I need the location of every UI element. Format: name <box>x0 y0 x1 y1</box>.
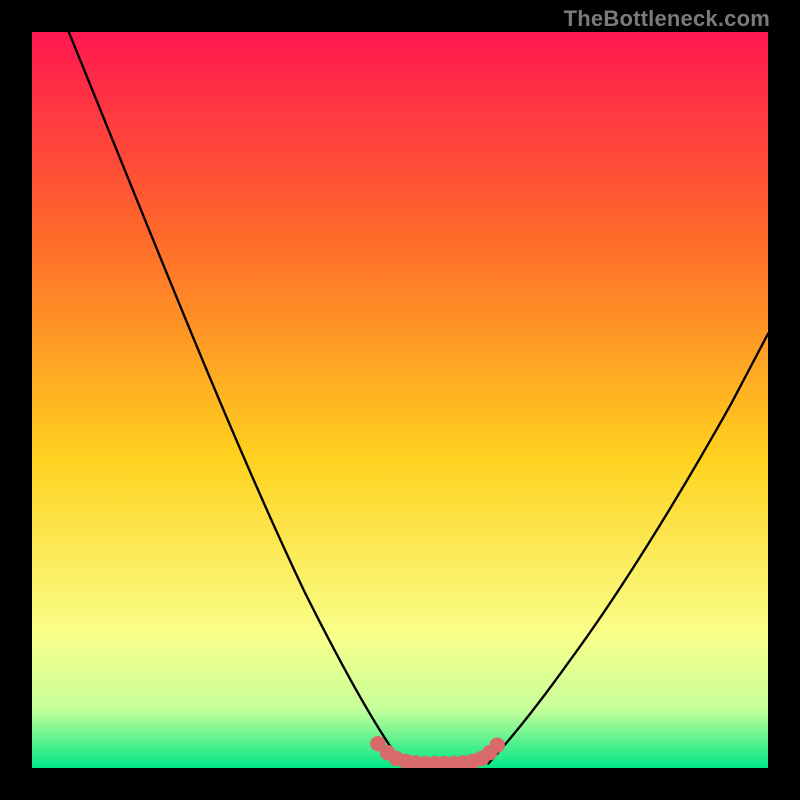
bottleneck-chart <box>32 32 768 768</box>
chart-frame: TheBottleneck.com <box>0 0 800 800</box>
gradient-background <box>32 32 768 768</box>
watermark-text: TheBottleneck.com <box>564 6 770 32</box>
